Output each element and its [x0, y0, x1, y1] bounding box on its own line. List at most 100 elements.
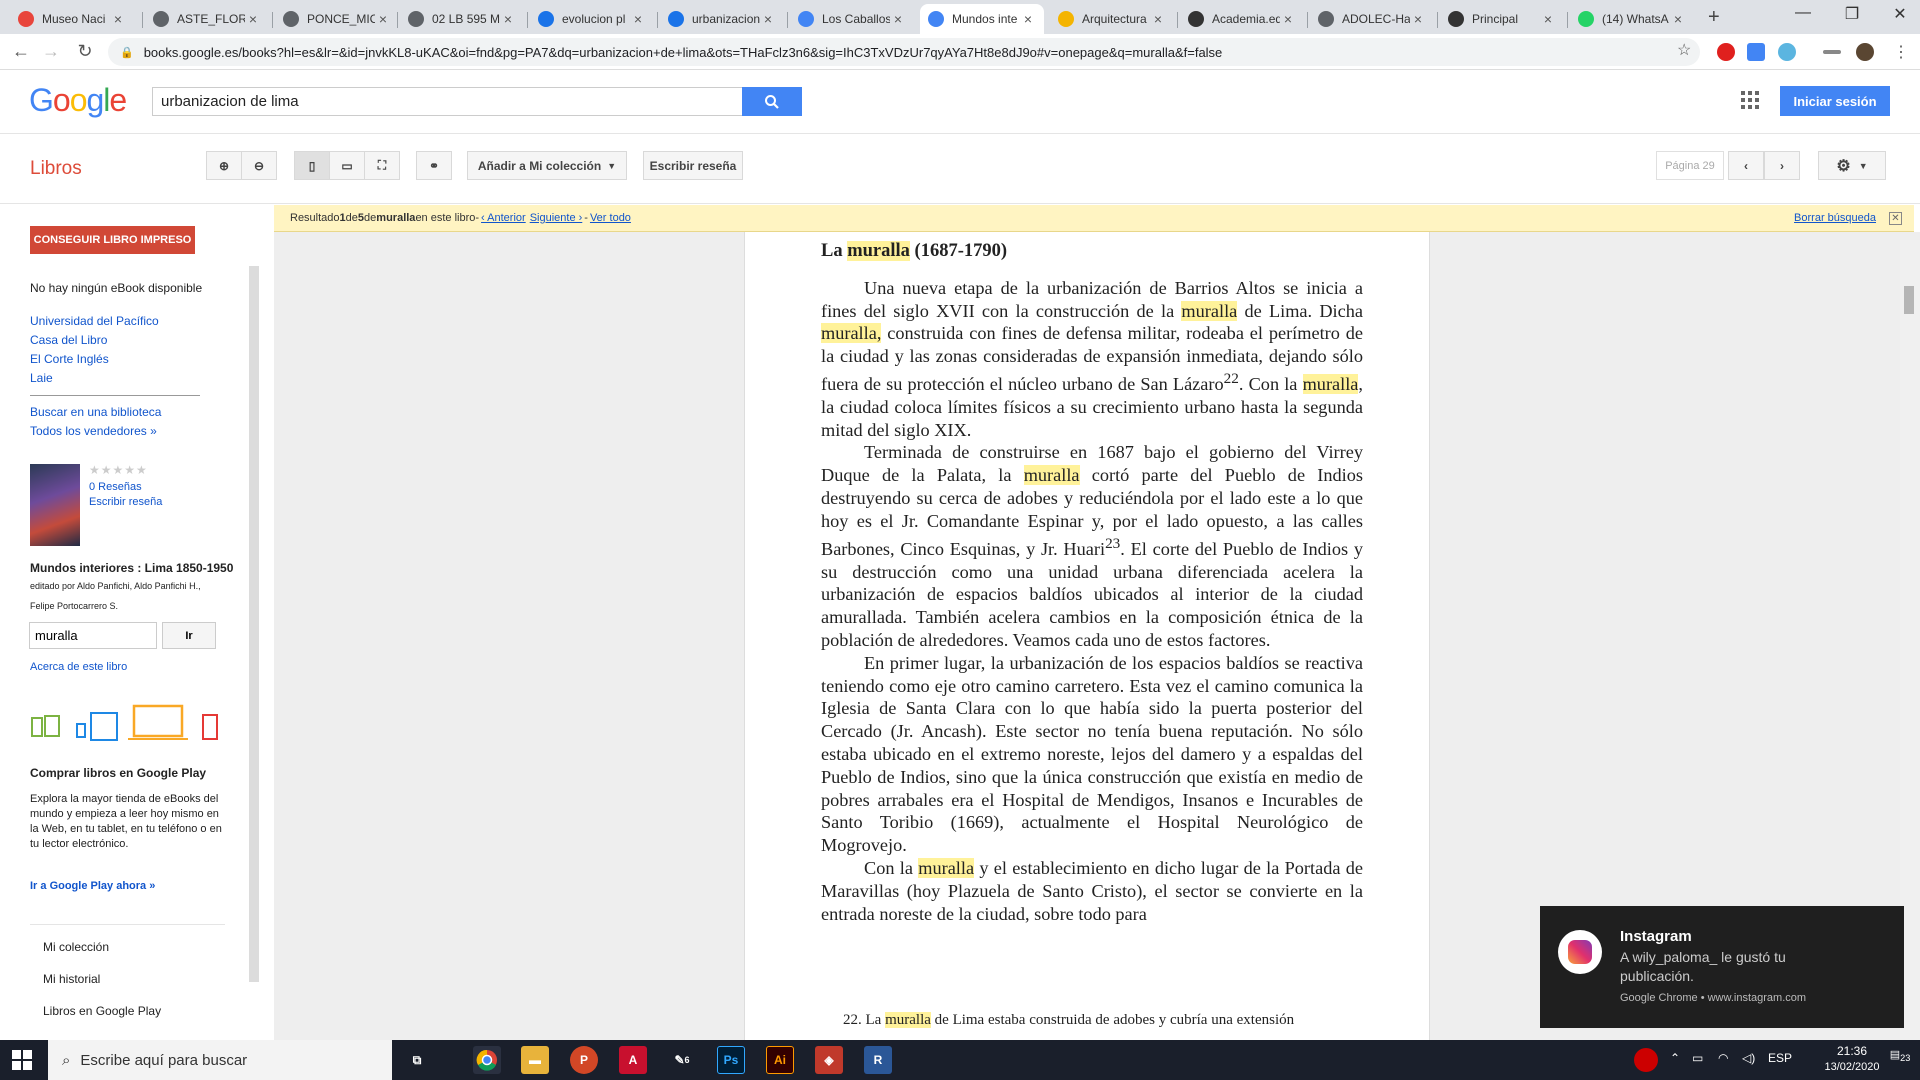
prev-page-button[interactable]: ‹: [1728, 151, 1764, 180]
bookmark-star-icon[interactable]: ☆: [1677, 40, 1691, 60]
autocad-icon[interactable]: A: [619, 1046, 647, 1074]
in-book-search-input[interactable]: [29, 622, 157, 649]
tab-close-icon[interactable]: ×: [110, 11, 126, 27]
browser-tab[interactable]: Los Caballos ×: [790, 4, 914, 34]
tab-close-icon[interactable]: ×: [630, 11, 646, 27]
chrome-taskbar-icon[interactable]: [473, 1046, 501, 1074]
single-page-view-button[interactable]: ▯: [294, 151, 330, 180]
signin-button[interactable]: Iniciar sesión: [1780, 86, 1890, 116]
powerpoint-icon[interactable]: P: [570, 1046, 598, 1074]
tab-close-icon[interactable]: ×: [1540, 11, 1556, 27]
new-tab-icon[interactable]: +: [1708, 6, 1720, 29]
fullscreen-button[interactable]: ⛶: [364, 151, 400, 180]
reload-icon[interactable]: ↻: [74, 41, 96, 62]
reviews-link[interactable]: 0 Reseñas: [89, 481, 142, 493]
app-icon[interactable]: ◈: [815, 1046, 843, 1074]
close-icon[interactable]: ✕: [1889, 212, 1902, 225]
clock-time[interactable]: 21:36: [1824, 1044, 1880, 1058]
task-view-icon[interactable]: ⧉: [403, 1046, 431, 1074]
browser-tab[interactable]: urbanizacion ×: [660, 4, 784, 34]
battery-icon[interactable]: ▭: [1692, 1051, 1703, 1065]
url-field[interactable]: 🔒 books.google.es/books?hl=es&lr=&id=jnv…: [108, 38, 1700, 66]
menu-my-collection[interactable]: Mi colección: [43, 940, 109, 954]
back-icon[interactable]: ←: [10, 41, 32, 62]
windows-start-icon[interactable]: [12, 1050, 32, 1070]
app-icon[interactable]: ✎ 6: [668, 1046, 696, 1074]
input-language[interactable]: ESP: [1768, 1051, 1792, 1065]
sidebar-scrollbar[interactable]: [249, 266, 259, 982]
write-review-link[interactable]: Escribir reseña: [89, 496, 162, 508]
play-link[interactable]: Ir a Google Play ahora »: [30, 880, 155, 892]
file-explorer-icon[interactable]: ▬: [521, 1046, 549, 1074]
forward-icon[interactable]: →: [40, 41, 62, 62]
browser-tab[interactable]: ASTE_FLORE×: [145, 4, 269, 34]
link-button[interactable]: ⚭: [416, 151, 452, 180]
browser-tab[interactable]: Mundos inte ×: [920, 4, 1044, 34]
zoom-out-button[interactable]: ⊖: [241, 151, 277, 180]
clear-search-link[interactable]: Borrar búsqueda: [1794, 212, 1876, 224]
menu-my-history[interactable]: Mi historial: [43, 972, 100, 986]
all-sellers-link[interactable]: Todos los vendedores »: [30, 424, 157, 438]
about-book-link[interactable]: Acerca de este libro: [30, 661, 127, 673]
write-review-button[interactable]: Escribir reseña: [643, 151, 743, 180]
search-button[interactable]: [742, 87, 802, 116]
view-all-link[interactable]: Ver todo: [590, 212, 631, 224]
browser-tab[interactable]: PONCE_MIC ×: [275, 4, 399, 34]
extension-icon[interactable]: [1778, 43, 1796, 61]
tab-close-icon[interactable]: ×: [890, 11, 906, 27]
browser-tab[interactable]: evolucion pl ×: [530, 4, 654, 34]
settings-button[interactable]: ⚙ ▼: [1818, 151, 1886, 180]
seller-link[interactable]: Casa del Libro: [30, 333, 107, 347]
scrollbar-thumb[interactable]: [1904, 286, 1914, 314]
menu-lines-icon[interactable]: [1823, 50, 1841, 54]
browser-tab[interactable]: (14) WhatsA ×: [1570, 4, 1694, 34]
window-close-icon[interactable]: ✕: [1880, 4, 1920, 24]
revit-icon[interactable]: R: [864, 1046, 892, 1074]
two-page-view-button[interactable]: ▭: [329, 151, 365, 180]
minimize-icon[interactable]: —: [1783, 4, 1823, 22]
add-collection-button[interactable]: Añadir a Mi colección ▼: [467, 151, 627, 180]
browser-tab[interactable]: ADOLEC-Ha ×: [1310, 4, 1434, 34]
volume-icon[interactable]: ◁): [1742, 1051, 1755, 1065]
get-print-book-button[interactable]: CONSEGUIR LIBRO IMPRESO: [30, 226, 195, 254]
tray-app-icon[interactable]: [1634, 1048, 1658, 1072]
maximize-icon[interactable]: ❐: [1832, 4, 1872, 24]
translate-extension-icon[interactable]: [1747, 43, 1765, 61]
notification-center-icon[interactable]: ▤23: [1886, 1048, 1914, 1063]
tab-close-icon[interactable]: ×: [500, 11, 516, 27]
prev-result-link[interactable]: ‹ Anterior: [481, 212, 526, 224]
browser-tab[interactable]: Museo Naci ×: [10, 4, 134, 34]
search-input[interactable]: [152, 87, 743, 116]
chrome-menu-icon[interactable]: ⋮: [1893, 42, 1909, 62]
zoom-in-button[interactable]: ⊕: [206, 151, 242, 180]
seller-link[interactable]: Laie: [30, 371, 53, 385]
photoshop-icon[interactable]: Ps: [717, 1046, 745, 1074]
browser-tab[interactable]: 02 LB 595 M ×: [400, 4, 524, 34]
tab-close-icon[interactable]: ×: [760, 11, 776, 27]
book-cover-thumbnail[interactable]: [30, 464, 80, 546]
profile-avatar[interactable]: [1856, 43, 1874, 61]
next-page-button[interactable]: ›: [1764, 151, 1800, 180]
tab-close-icon[interactable]: ×: [1280, 11, 1296, 27]
seller-link[interactable]: El Corte Inglés: [30, 352, 109, 366]
tab-close-icon[interactable]: ×: [375, 11, 391, 27]
section-title[interactable]: Libros: [30, 158, 82, 180]
seller-link[interactable]: Universidad del Pacífico: [30, 314, 159, 328]
tab-close-icon[interactable]: ×: [245, 11, 261, 27]
in-book-search-button[interactable]: Ir: [162, 622, 216, 649]
toast-notification[interactable]: Instagram A wily_paloma_ le gustó tu pub…: [1540, 906, 1904, 1028]
tab-close-icon[interactable]: ×: [1410, 11, 1426, 27]
tab-close-icon[interactable]: ×: [1670, 11, 1686, 27]
menu-play-books[interactable]: Libros en Google Play: [43, 1004, 161, 1018]
apps-grid-icon[interactable]: [1741, 91, 1759, 109]
browser-tab[interactable]: Principal ×: [1440, 4, 1564, 34]
chevron-up-icon[interactable]: ⌃: [1670, 1051, 1680, 1065]
taskbar-search[interactable]: ⌕ Escribe aquí para buscar: [48, 1040, 392, 1080]
illustrator-icon[interactable]: Ai: [766, 1046, 794, 1074]
browser-tab[interactable]: Arquitectura ×: [1050, 4, 1174, 34]
tab-close-icon[interactable]: ×: [1020, 11, 1036, 27]
google-logo[interactable]: Google: [29, 82, 127, 119]
clock-date[interactable]: 13/02/2020: [1818, 1061, 1886, 1073]
opera-extension-icon[interactable]: [1717, 43, 1735, 61]
library-link[interactable]: Buscar en una biblioteca: [30, 405, 161, 419]
